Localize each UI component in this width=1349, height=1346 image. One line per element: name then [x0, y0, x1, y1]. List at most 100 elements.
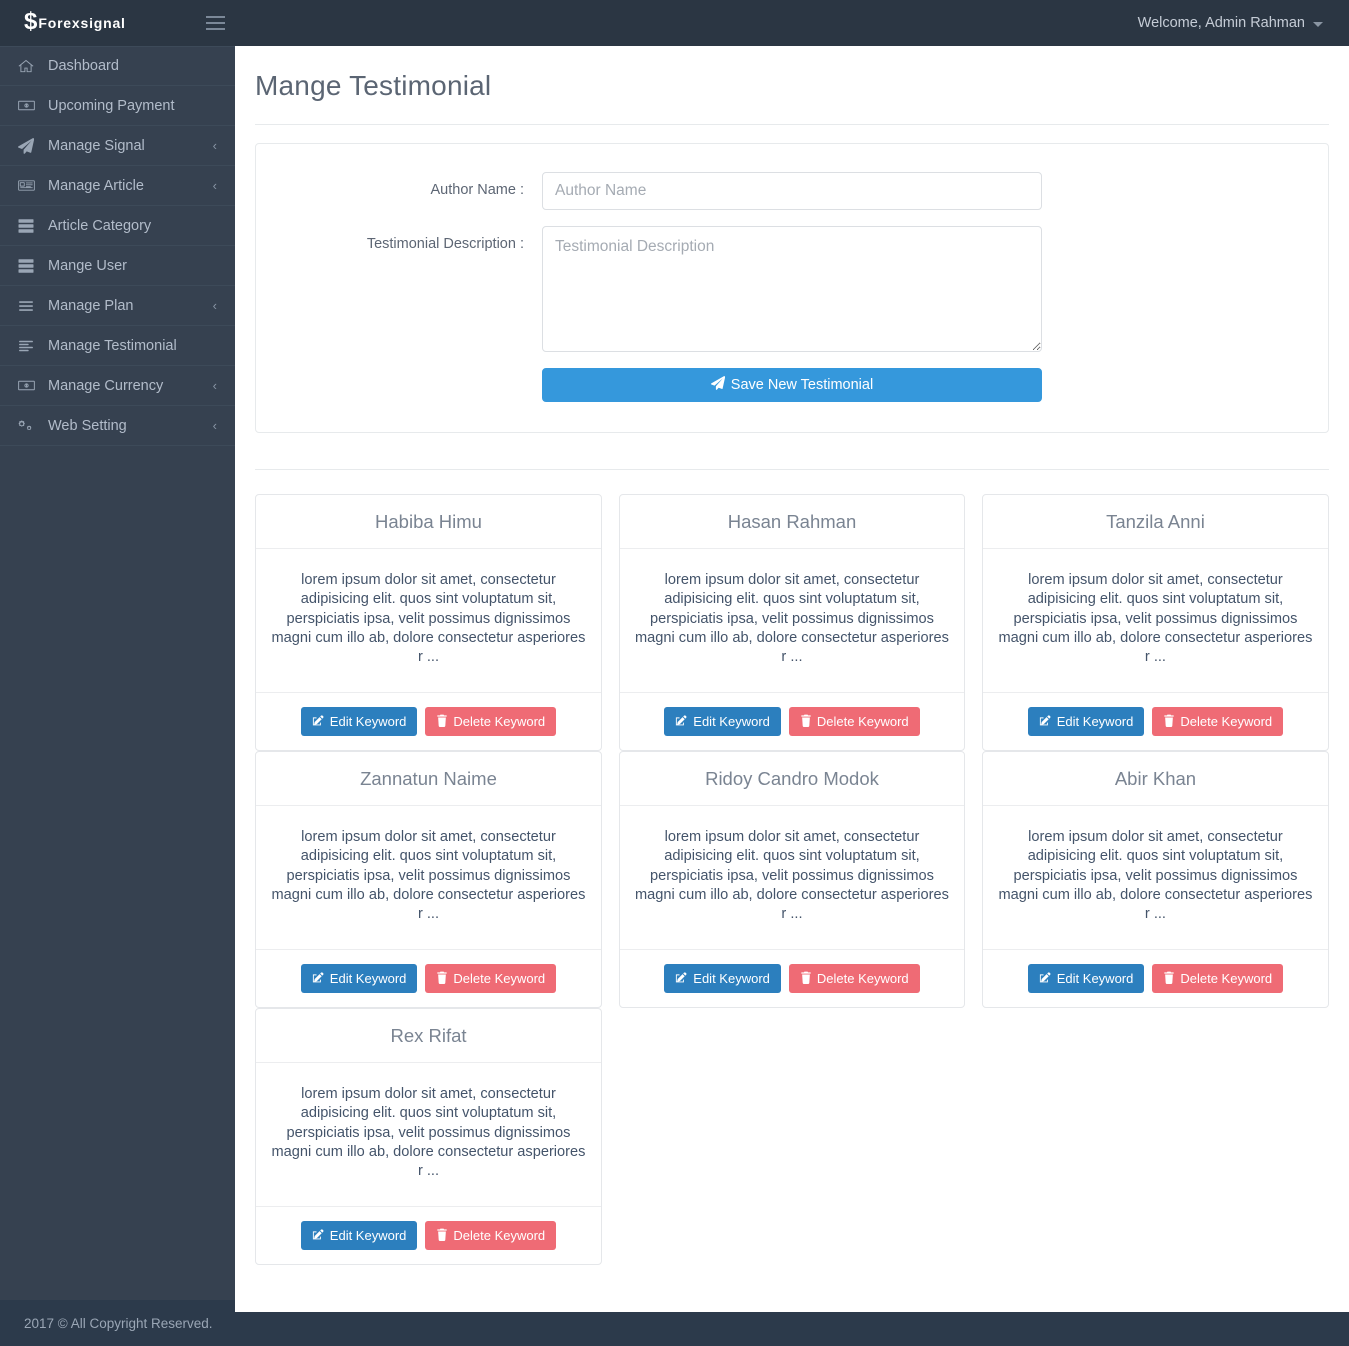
- edit-keyword-button[interactable]: Edit Keyword: [664, 964, 781, 993]
- edit-keyword-button[interactable]: Edit Keyword: [1027, 964, 1145, 993]
- delete-keyword-button[interactable]: Delete Keyword: [1152, 964, 1284, 993]
- brand-name: Forexsignal: [38, 15, 126, 31]
- delete-keyword-button[interactable]: Delete Keyword: [1152, 707, 1284, 736]
- save-new-testimonial-label: Save New Testimonial: [730, 377, 874, 393]
- testimonial-card: Abir Khan lorem ipsum dolor sit amet, con…: [981, 751, 1329, 1008]
- admin-dashboard-page: $ Forexsignal Welcome, Admin Rahman Dash…: [0, 0, 1349, 1346]
- trash-icon: [436, 971, 448, 986]
- testimonial-card-col: Rex Rifat lorem ipsum dolor sit amet, con…: [255, 1008, 613, 1265]
- align-left-icon: [18, 338, 40, 354]
- edit-keyword-label: Edit Keyword: [1056, 714, 1134, 729]
- testimonial-description-label: Testimonial Description :: [366, 236, 524, 252]
- delete-keyword-button[interactable]: Delete Keyword: [425, 707, 557, 736]
- testimonial-card-actions: Edit Keyword Delete Keyword: [256, 693, 601, 750]
- edit-icon: [675, 714, 688, 729]
- sidebar-item-label: Article Category: [48, 217, 152, 234]
- id-card-icon: [18, 177, 40, 194]
- trash-icon: [1163, 714, 1175, 729]
- testimonial-card: Hasan Rahman lorem ipsum dolor sit amet, …: [618, 494, 965, 751]
- edit-keyword-button[interactable]: Edit Keyword: [300, 964, 418, 993]
- author-name-row: Author Name :: [256, 172, 1328, 210]
- sidebar-item-label: Manage Testimonial: [48, 337, 177, 354]
- sidebar-item-dashboard[interactable]: Dashboard: [0, 46, 235, 86]
- edit-icon: [1039, 714, 1052, 729]
- edit-keyword-label: Edit Keyword: [329, 1228, 407, 1243]
- testimonial-card-actions: Edit Keyword Delete Keyword: [620, 693, 964, 750]
- edit-keyword-button[interactable]: Edit Keyword: [664, 707, 781, 736]
- delete-keyword-label: Delete Keyword: [1180, 971, 1273, 986]
- testimonial-author-name: Tanzila Anni: [982, 495, 1328, 549]
- testimonial-text: lorem ipsum dolor sit amet, consectetur …: [982, 549, 1328, 693]
- edit-keyword-button[interactable]: Edit Keyword: [300, 707, 418, 736]
- hamburger-menu-icon[interactable]: [198, 0, 232, 46]
- chevron-down-icon: [1313, 22, 1323, 27]
- copyright-text: 2017 © All Copyright Reserved.: [24, 1315, 213, 1331]
- sidebar-item-article-category[interactable]: Article Category: [0, 206, 235, 246]
- testimonial-text: lorem ipsum dolor sit amet, consectetur …: [982, 806, 1328, 950]
- testimonial-description-input[interactable]: [542, 226, 1042, 352]
- testimonial-card-actions: Edit Keyword Delete Keyword: [620, 950, 964, 1007]
- user-menu[interactable]: Welcome, Admin Rahman: [1138, 15, 1349, 31]
- edit-keyword-button[interactable]: Edit Keyword: [1027, 707, 1145, 736]
- edit-keyword-label: Edit Keyword: [329, 971, 407, 986]
- testimonial-card: Tanzila Anni lorem ipsum dolor sit amet, …: [981, 494, 1329, 751]
- sidebar-item-manage-plan[interactable]: Manage Plan ‹: [0, 286, 235, 326]
- chevron-left-icon: ‹: [212, 178, 217, 193]
- testimonial-card: Habiba Himu lorem ipsum dolor sit amet, c…: [255, 494, 602, 751]
- testimonial-card-actions: Edit Keyword Delete Keyword: [256, 1207, 601, 1264]
- sidebar-item-upcoming-payment[interactable]: Upcoming Payment: [0, 86, 235, 126]
- cogs-icon: [18, 417, 40, 434]
- edit-icon: [312, 1228, 325, 1243]
- testimonial-card-col: Zannatun Naime lorem ipsum dolor sit amet…: [255, 751, 613, 1008]
- trash-icon: [800, 971, 812, 986]
- edit-icon: [312, 971, 325, 986]
- paper-plane-icon: [18, 137, 40, 154]
- testimonial-description-row: Testimonial Description :: [256, 226, 1328, 352]
- delete-keyword-button[interactable]: Delete Keyword: [788, 964, 920, 993]
- delete-keyword-button[interactable]: Delete Keyword: [788, 707, 920, 736]
- delete-keyword-label: Delete Keyword: [816, 714, 909, 729]
- testimonial-text: lorem ipsum dolor sit amet, consectetur …: [256, 806, 601, 950]
- trash-icon: [436, 714, 448, 729]
- sidebar-item-label: Dashboard: [48, 58, 119, 74]
- money-bill-icon: [18, 377, 40, 394]
- edit-keyword-label: Edit Keyword: [1056, 971, 1134, 986]
- sidebar-item-manage-signal[interactable]: Manage Signal ‹: [0, 126, 235, 166]
- testimonial-text: lorem ipsum dolor sit amet, consectetur …: [256, 549, 601, 693]
- dollar-sign-icon: $: [24, 8, 37, 35]
- bars-icon: [18, 298, 40, 314]
- testimonial-author-name: Ridoy Candro Modok: [619, 752, 964, 806]
- new-testimonial-form: Author Name : Testimonial Description : …: [255, 143, 1329, 433]
- page-title: Mange Testimonial: [255, 46, 1329, 125]
- server-icon: [18, 218, 40, 234]
- author-name-input[interactable]: [542, 172, 1042, 210]
- sidebar-item-mange-user[interactable]: Mange User: [0, 246, 235, 286]
- sidebar-item-manage-testimonial[interactable]: Manage Testimonial: [0, 326, 235, 366]
- sidebar-item-manage-currency[interactable]: Manage Currency ‹: [0, 366, 235, 406]
- sidebar-item-web-setting[interactable]: Web Setting ‹: [0, 406, 235, 446]
- chevron-left-icon: ‹: [212, 378, 217, 393]
- edit-icon: [1039, 971, 1052, 986]
- footer: 2017 © All Copyright Reserved.: [0, 1300, 235, 1346]
- testimonial-card-col: Tanzila Anni lorem ipsum dolor sit amet, …: [971, 494, 1329, 751]
- testimonial-card-grid: Habiba Himu lorem ipsum dolor sit amet, c…: [255, 494, 1329, 1265]
- edit-icon: [675, 971, 688, 986]
- section-divider: [255, 469, 1329, 470]
- edit-keyword-button[interactable]: Edit Keyword: [300, 1221, 418, 1250]
- sidebar-nav: Dashboard Upcoming Payment Manage Signal ‹ M…: [0, 46, 235, 1346]
- author-name-label: Author Name :: [430, 182, 525, 198]
- save-new-testimonial-button[interactable]: Save New Testimonial: [542, 368, 1042, 402]
- sidebar-item-label: Mange User: [48, 257, 127, 274]
- delete-keyword-label: Delete Keyword: [1180, 714, 1273, 729]
- delete-keyword-button[interactable]: Delete Keyword: [425, 964, 557, 993]
- delete-keyword-label: Delete Keyword: [816, 971, 909, 986]
- delete-keyword-button[interactable]: Delete Keyword: [425, 1221, 557, 1250]
- sidebar-item-manage-article[interactable]: Manage Article ‹: [0, 166, 235, 206]
- testimonial-card-actions: Edit Keyword Delete Keyword: [983, 950, 1328, 1007]
- testimonial-card: Rex Rifat lorem ipsum dolor sit amet, con…: [255, 1008, 602, 1265]
- testimonial-author-name: Hasan Rahman: [619, 495, 964, 549]
- testimonial-author-name: Habiba Himu: [256, 495, 601, 549]
- delete-keyword-label: Delete Keyword: [453, 1228, 546, 1243]
- testimonial-card: Ridoy Candro Modok lorem ipsum dolor sit …: [618, 751, 965, 1008]
- edit-keyword-label: Edit Keyword: [693, 714, 770, 729]
